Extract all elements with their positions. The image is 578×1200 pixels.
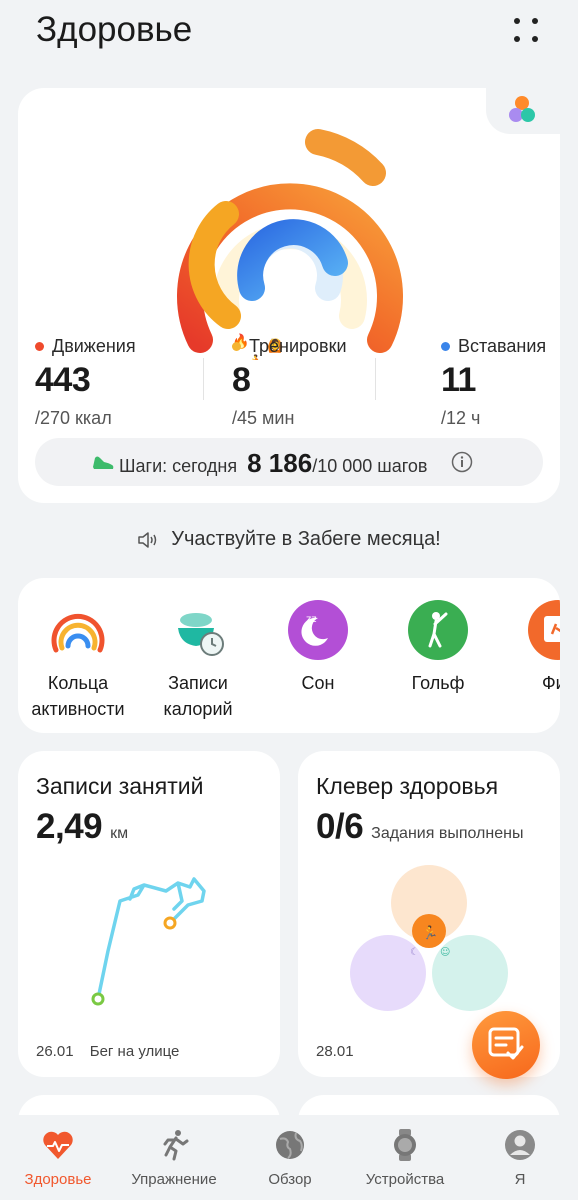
app-header: Здоровье bbox=[0, 0, 578, 70]
card-title: Записи занятий bbox=[36, 773, 204, 799]
shortcut-label: Записи калорий bbox=[163, 673, 233, 719]
shortcut-label: Сон bbox=[301, 673, 335, 693]
move-stat: Движения 443 /270 ккал bbox=[35, 336, 136, 429]
activity-rings-card[interactable]: 🔥 🏃 🙆 Движения 443 /270 ккал Тренировки … bbox=[18, 88, 560, 503]
workout-dot-icon bbox=[232, 342, 241, 351]
shortcut-label: Фит bbox=[542, 673, 560, 693]
stand-goal: /12 ч bbox=[441, 408, 481, 428]
speaker-icon bbox=[138, 531, 157, 548]
tab-overview[interactable]: Обзор bbox=[232, 1127, 348, 1188]
workout-stat: Тренировки 8 /45 мин bbox=[232, 336, 347, 429]
move-label: Движения bbox=[52, 336, 136, 356]
stand-value: 11 bbox=[441, 361, 476, 399]
distance-unit: км bbox=[110, 825, 129, 842]
info-icon[interactable] bbox=[451, 451, 473, 473]
clover-date: 28.01 bbox=[316, 1043, 354, 1060]
tab-label: Упражнение bbox=[131, 1171, 217, 1188]
ring-style-switch[interactable] bbox=[486, 88, 560, 134]
move-dot-icon bbox=[35, 342, 44, 351]
shoe-icon bbox=[93, 456, 114, 469]
svg-text:☺: ☺ bbox=[440, 947, 450, 958]
page-title: Здоровье bbox=[36, 10, 193, 49]
tab-health[interactable]: Здоровье bbox=[0, 1127, 116, 1188]
calorie-bowl-icon bbox=[168, 600, 228, 660]
workout-date: 26.01 bbox=[36, 1043, 74, 1060]
shortcuts-card: Кольца активности Записи калорий zz Сон bbox=[18, 578, 560, 733]
clover-chart: 🏃 ☾ ☺ bbox=[350, 865, 508, 1011]
sleep-moon-icon: zz bbox=[288, 600, 348, 660]
edit-cards-button[interactable] bbox=[472, 1011, 540, 1079]
divider bbox=[375, 358, 376, 400]
stand-stat: Вставания 11 /12 ч bbox=[441, 336, 546, 429]
promo-text: Участвуйте в Забеге месяца! bbox=[171, 528, 441, 550]
tab-exercise[interactable]: Упражнение bbox=[116, 1127, 232, 1188]
tab-label: Здоровье bbox=[24, 1171, 92, 1188]
tab-devices[interactable]: Устройства bbox=[347, 1127, 463, 1188]
heart-pulse-icon bbox=[40, 1127, 76, 1163]
activity-rings-icon bbox=[48, 600, 108, 660]
stand-dot-icon bbox=[441, 342, 450, 351]
workout-goal: /45 мин bbox=[232, 408, 295, 428]
tab-label: Я bbox=[514, 1171, 526, 1188]
shortcut-golf[interactable]: Гольф bbox=[378, 600, 498, 696]
color-circles-icon bbox=[509, 96, 535, 122]
golf-icon bbox=[408, 600, 468, 660]
steps-label: Шаги: сегодня bbox=[119, 456, 238, 476]
shortcut-calories[interactable]: Записи калорий bbox=[138, 600, 258, 722]
route-map bbox=[91, 877, 206, 1006]
stand-label: Вставания bbox=[458, 336, 547, 356]
activity-rings: 🔥 🏃 🙆 bbox=[177, 129, 403, 360]
shortcut-activity-rings[interactable]: Кольца активности bbox=[18, 600, 138, 722]
clover-value: 0/6 bbox=[316, 807, 364, 846]
steps-goal: /10 000 шагов bbox=[312, 456, 428, 476]
promo-banner[interactable]: Участвуйте в Забеге месяца! bbox=[0, 528, 578, 556]
divider bbox=[203, 358, 204, 400]
steps-value: 8 186 bbox=[247, 448, 313, 478]
workout-label: Тренировки bbox=[249, 336, 347, 356]
shortcut-label: Гольф bbox=[411, 673, 465, 693]
globe-icon bbox=[272, 1127, 308, 1163]
steps-summary[interactable]: Шаги: сегодня 8 186 /10 000 шагов bbox=[35, 438, 543, 486]
bottom-tab-bar: Здоровье Упражнение Обзор Устройства Я bbox=[0, 1115, 578, 1200]
tab-label: Устройства bbox=[365, 1171, 445, 1188]
workout-value: 8 bbox=[232, 361, 251, 399]
shortcut-fitness[interactable]: Фит bbox=[498, 600, 560, 696]
fitness-plan-icon bbox=[528, 600, 560, 660]
shortcut-label: Кольца активности bbox=[31, 673, 125, 719]
move-goal: /270 ккал bbox=[35, 408, 112, 428]
workout-type: Бег на улице bbox=[89, 1043, 180, 1060]
shortcut-sleep[interactable]: zz Сон bbox=[258, 600, 378, 696]
checklist-icon bbox=[488, 1027, 524, 1060]
svg-text:☾: ☾ bbox=[410, 947, 419, 958]
workout-records-card[interactable]: Записи занятий 2,49 км 26.01 Бег на улиц… bbox=[18, 751, 280, 1077]
distance-value: 2,49 bbox=[36, 807, 103, 846]
more-dots-icon[interactable] bbox=[508, 12, 544, 48]
card-title: Клевер здоровья bbox=[316, 773, 499, 799]
tab-label: Обзор bbox=[268, 1171, 312, 1188]
clover-caption: Задания выполнены bbox=[371, 825, 524, 842]
tab-me[interactable]: Я bbox=[462, 1127, 578, 1188]
running-person-icon bbox=[156, 1127, 192, 1163]
svg-text:zz: zz bbox=[306, 614, 317, 625]
watch-icon bbox=[387, 1127, 423, 1163]
move-value: 443 bbox=[35, 361, 91, 399]
user-avatar-icon bbox=[502, 1127, 538, 1163]
svg-text:🏃: 🏃 bbox=[422, 925, 438, 941]
